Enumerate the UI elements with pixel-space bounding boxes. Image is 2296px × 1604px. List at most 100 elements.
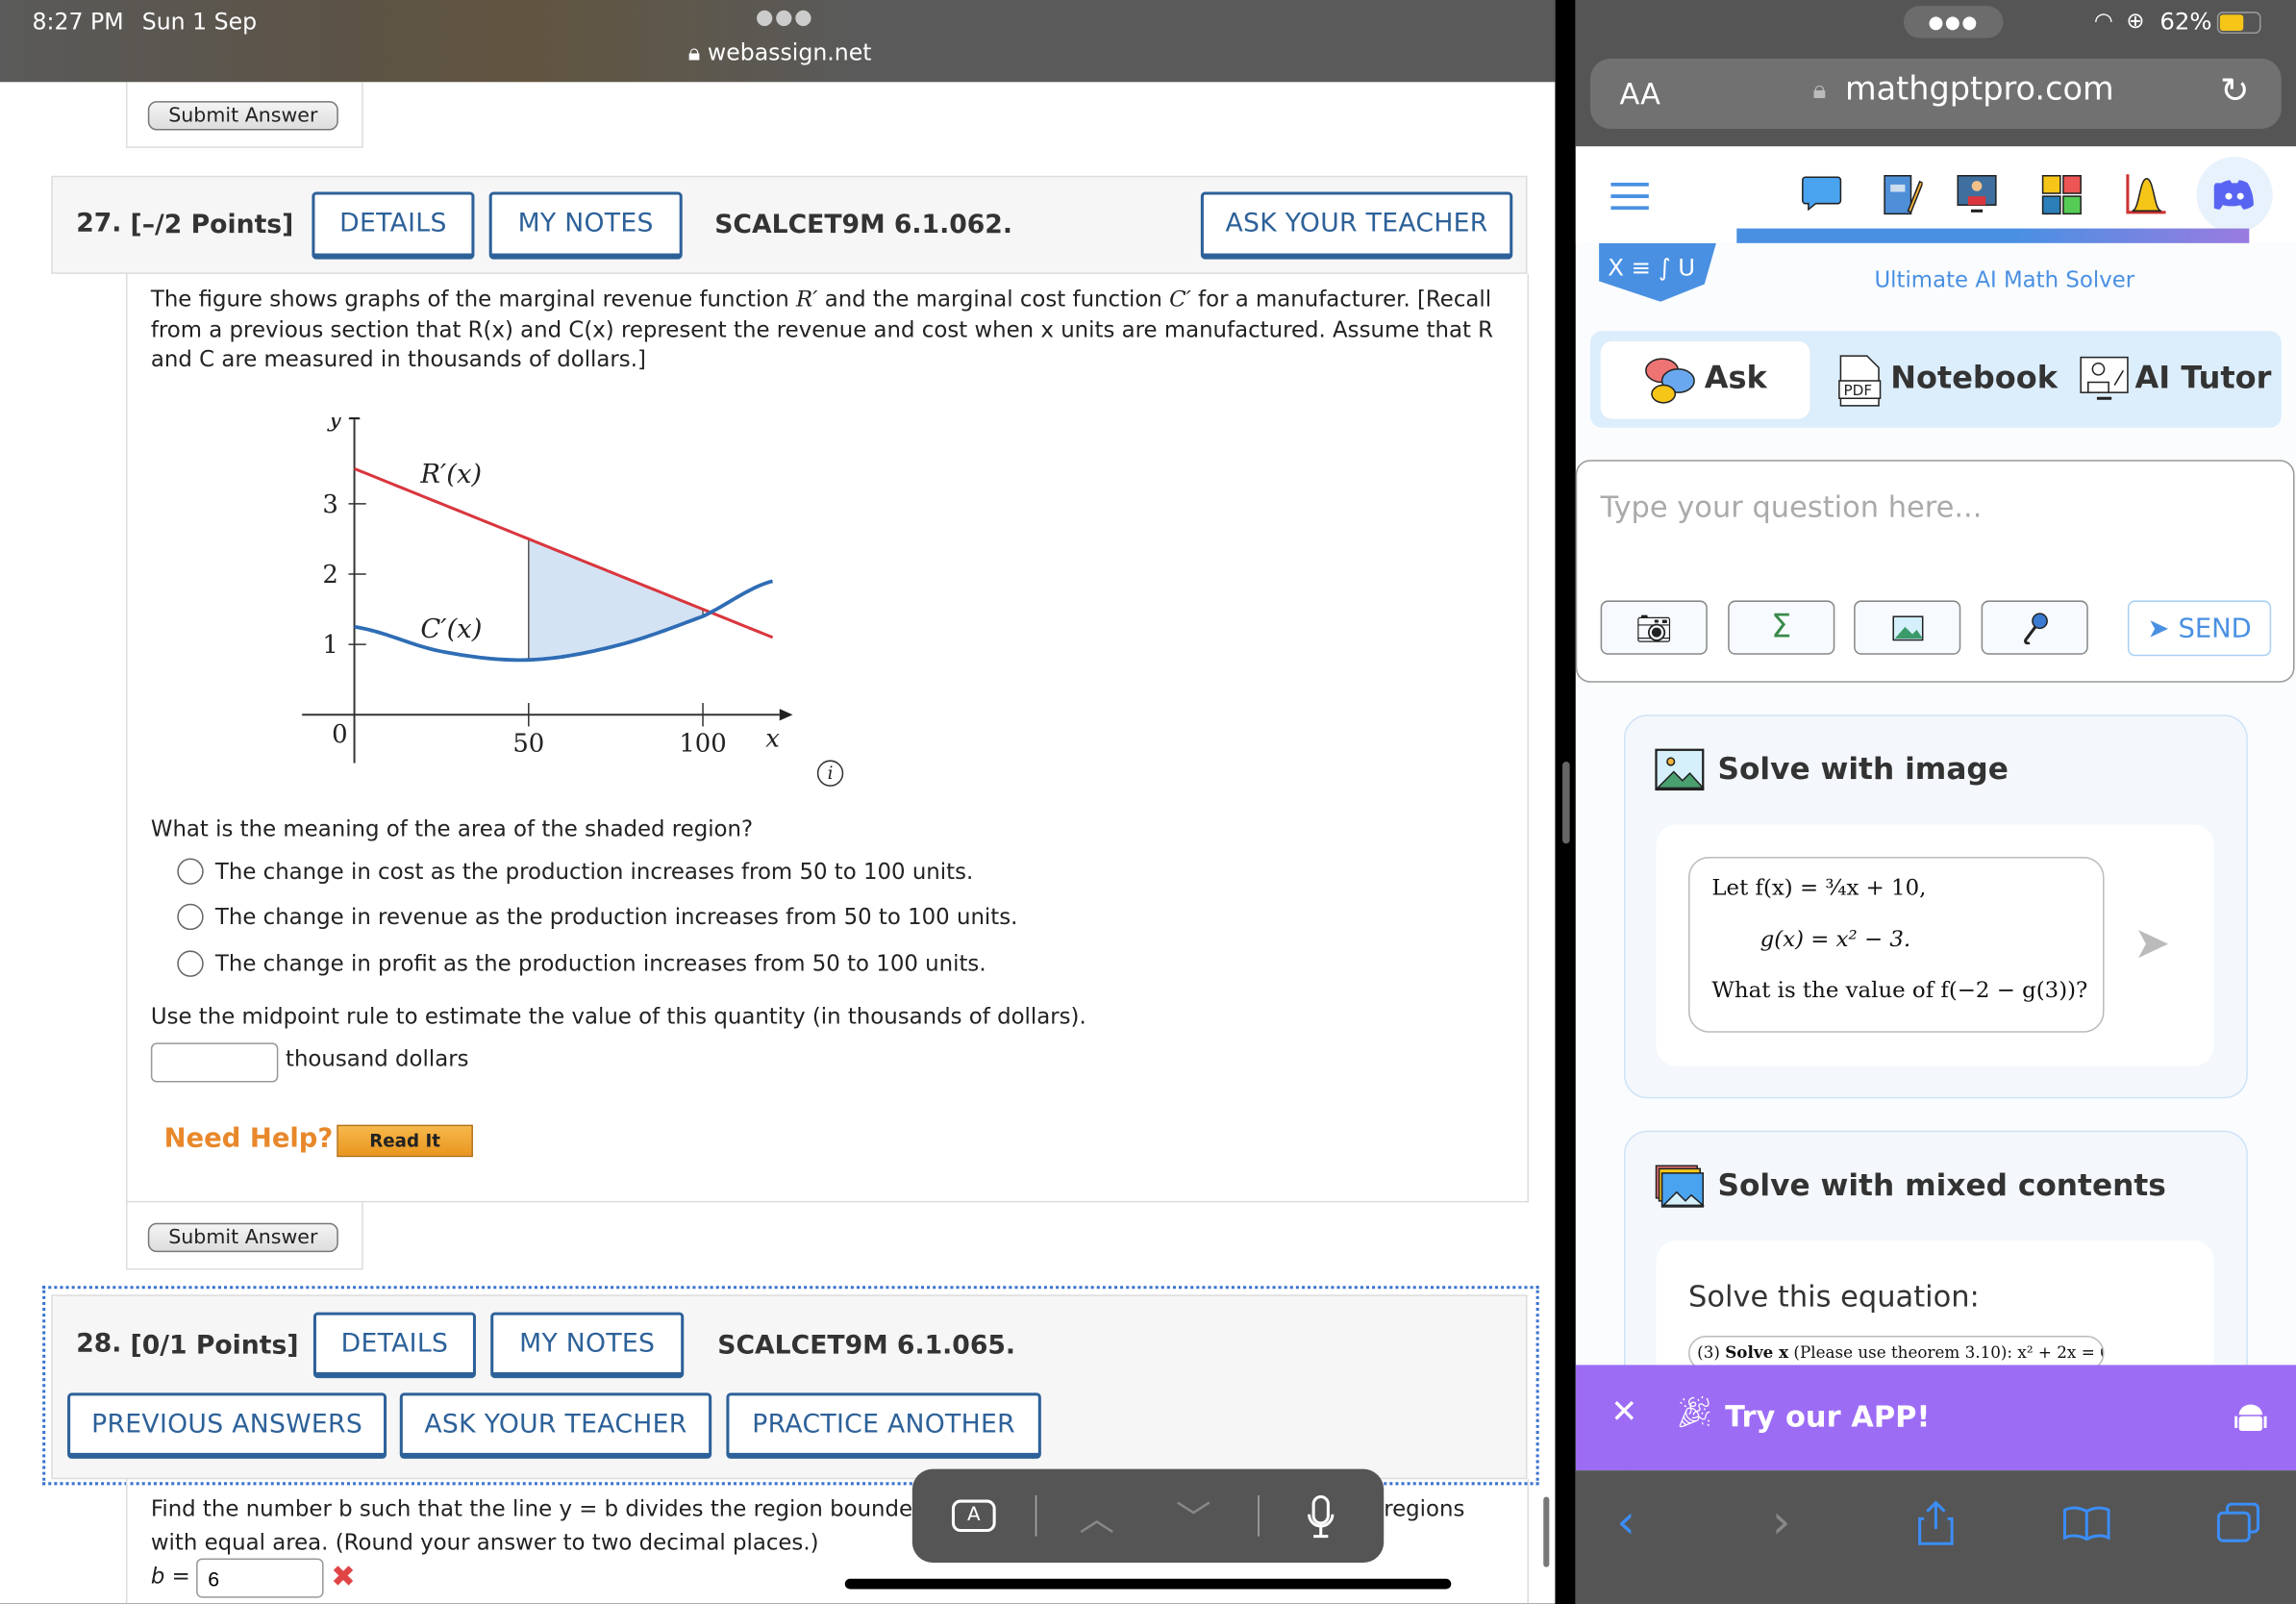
chat-icon[interactable] — [1801, 176, 1842, 212]
details-button[interactable]: DETAILS — [312, 191, 475, 260]
my-notes-button[interactable]: MY NOTES — [488, 191, 683, 260]
b-label: b = — [150, 1563, 190, 1590]
confetti-icon: 🎉︎ — [1675, 1393, 1714, 1430]
reload-icon[interactable]: ↻ — [2220, 70, 2250, 112]
status-bar: 8:27 PM Sun 1 Sep ●●● 🔒︎ webassign.net — [0, 0, 1556, 83]
need-help-label: Need Help? — [163, 1123, 334, 1155]
tutor-icon — [2080, 356, 2129, 400]
solve-with-image-card[interactable]: Solve with image Let f(x) = ¾x + 10, g(x… — [1624, 714, 2248, 1099]
question-code: SCALCET9M 6.1.062. — [714, 211, 1012, 240]
pdf-icon: PDF — [1838, 355, 1882, 407]
camera-icon: 📷︎ — [1635, 610, 1673, 645]
card-title: Solve with mixed contents — [1717, 1166, 2166, 1203]
divider — [1258, 1494, 1260, 1537]
card-title: Solve with image — [1717, 751, 2009, 787]
question-prompt: What is the meaning of the area of the s… — [150, 815, 754, 842]
browser-toolbar: ‹ › — [1575, 1470, 2296, 1604]
radio-option-1[interactable] — [177, 858, 204, 885]
forward-icon[interactable]: › — [1772, 1493, 1790, 1549]
svg-text:PDF: PDF — [1843, 382, 1872, 399]
question-number: 28. — [76, 1329, 122, 1360]
tab-ai-tutor[interactable]: AI Tutor — [2064, 341, 2277, 419]
send-button[interactable]: ➤ SEND — [2127, 600, 2272, 657]
next-field-icon[interactable]: ﹀ — [1176, 1490, 1211, 1541]
origin-label: 0 — [332, 720, 347, 749]
option-label: The change in revenue as the production … — [214, 903, 1018, 931]
x-tick-label: 50 — [512, 729, 544, 758]
tutor-icon[interactable] — [1957, 173, 1998, 217]
answer-input[interactable] — [150, 1042, 279, 1083]
home-indicator — [844, 1578, 1452, 1590]
details-button[interactable]: DETAILS — [312, 1312, 476, 1379]
submit-answer-button[interactable]: Submit Answer — [147, 101, 338, 131]
marginal-revenue-cost-graph: 50 100 0 1 2 3 x y R′(x) C′(x) — [302, 417, 793, 764]
tagline: Ultimate AI Math Solver — [1874, 266, 2135, 293]
multitask-dots-icon[interactable]: ●●● — [756, 6, 813, 29]
tab-ask[interactable]: Ask — [1600, 340, 1810, 419]
previous-field-icon[interactable]: ︿ — [1079, 1490, 1114, 1541]
microphone-icon[interactable] — [1305, 1493, 1337, 1541]
back-icon[interactable]: ‹ — [1616, 1493, 1635, 1549]
hamburger-menu-icon[interactable] — [1610, 182, 1649, 211]
tab-label: AI Tutor — [2134, 360, 2272, 396]
tab-label: Ask — [1704, 360, 1767, 396]
image-icon — [1655, 748, 1705, 791]
lock-icon: 🔒︎ — [1812, 76, 1827, 106]
bookmarks-icon[interactable] — [2062, 1506, 2110, 1541]
notebook-icon[interactable] — [1882, 173, 1923, 217]
status-bar: ●●● ◠ ⊕ 62% AA 🔒︎ mathgptpro.com ↻ — [1575, 0, 2296, 147]
previous-answers-button[interactable]: PREVIOUS ANSWERS — [67, 1392, 387, 1459]
discord-button[interactable] — [2196, 156, 2273, 234]
url-text: mathgptpro.com — [1844, 71, 2114, 109]
mathgpt-pane: ●●● ◠ ⊕ 62% AA 🔒︎ mathgptpro.com ↻ X ≡ ∫… — [1575, 0, 2296, 1604]
radio-option-3[interactable] — [177, 950, 204, 977]
practice-another-button[interactable]: PRACTICE ANOTHER — [726, 1392, 1041, 1459]
chat-bubbles-icon — [1645, 358, 1695, 404]
send-arrow-icon[interactable]: ➤ — [2134, 918, 2170, 969]
unit-label: thousand dollars — [285, 1045, 469, 1072]
split-view-handle[interactable] — [1562, 761, 1570, 844]
read-it-button[interactable]: Read It — [337, 1124, 473, 1158]
svg-text:X ≡ ∫ U: X ≡ ∫ U — [1608, 253, 1695, 281]
tab-label: Notebook — [1890, 360, 2059, 396]
question-input[interactable]: Type your question here... — [1601, 489, 1983, 525]
radio-option-2[interactable] — [177, 903, 204, 931]
info-icon[interactable]: i — [816, 760, 844, 787]
voice-button[interactable] — [1981, 600, 2088, 655]
scrollbar[interactable] — [1543, 1496, 1550, 1567]
x-axis-label: x — [765, 725, 780, 754]
app-banner[interactable]: ✕ 🎉︎ Try our APP! — [1575, 1365, 2296, 1471]
address-bar[interactable]: 🔒︎ webassign.net — [688, 39, 872, 67]
y-axis-arrow — [348, 417, 361, 420]
share-icon[interactable] — [1917, 1500, 1956, 1547]
example-image[interactable]: Let f(x) = ¾x + 10, g(x) = x² − 3. What … — [1688, 856, 2105, 1033]
r-prime-label: R′(x) — [419, 460, 482, 489]
tabs-icon[interactable] — [2216, 1502, 2261, 1544]
image-button[interactable] — [1854, 600, 1961, 655]
y-tick-label: 3 — [322, 490, 337, 519]
question-intro: The figure shows graphs of the marginal … — [150, 285, 1494, 372]
formula-button[interactable]: Σ — [1728, 600, 1835, 655]
logo: X ≡ ∫ U — [1596, 242, 1722, 302]
camera-button[interactable]: 📷︎ — [1600, 600, 1708, 655]
tab-notebook[interactable]: PDF Notebook — [1825, 341, 2058, 419]
wifi-icon: ◠ — [2093, 7, 2113, 35]
close-icon[interactable]: ✕ — [1610, 1394, 1637, 1431]
b-input[interactable] — [196, 1558, 324, 1598]
calculator-icon[interactable] — [2041, 174, 2083, 215]
autofill-icon[interactable]: A — [951, 1499, 996, 1533]
c-prime-label: C′(x) — [420, 614, 482, 644]
android-icon[interactable] — [2234, 1402, 2267, 1438]
submit-answer-button[interactable]: Submit Answer — [147, 1222, 338, 1253]
statistics-icon[interactable] — [2125, 171, 2169, 215]
ask-your-teacher-button[interactable]: ASK YOUR TEACHER — [399, 1392, 712, 1459]
question-text-end: regions — [1384, 1494, 1465, 1522]
address-bar[interactable]: AA 🔒︎ mathgptpro.com ↻ — [1589, 58, 2282, 130]
y-tick-label: 2 — [322, 561, 337, 589]
my-notes-button[interactable]: MY NOTES — [490, 1312, 685, 1379]
example-text: Solve this equation: — [1688, 1278, 1980, 1315]
ask-your-teacher-button[interactable]: ASK YOUR TEACHER — [1200, 191, 1513, 260]
multitask-dots-icon[interactable]: ●●● — [1903, 6, 2004, 38]
text-size-button[interactable]: AA — [1619, 76, 1660, 112]
question-text: with equal area. (Round your answer to t… — [150, 1529, 819, 1556]
